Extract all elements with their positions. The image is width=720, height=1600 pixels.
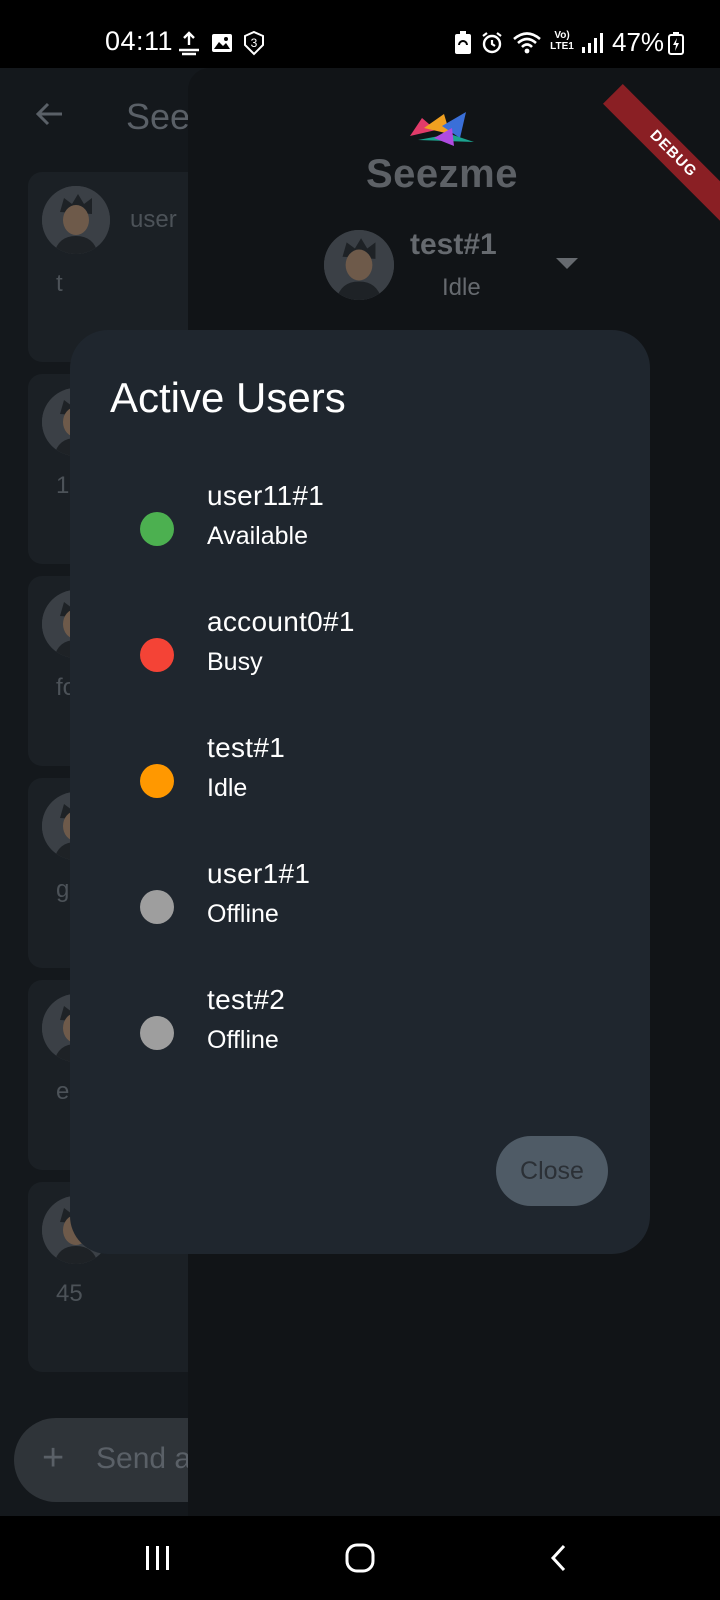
active-user-name: test#1 (207, 732, 286, 763)
close-button[interactable]: Close (496, 1136, 608, 1206)
status-bar: 04:11 3 Vo) LTE1 47% (0, 0, 720, 68)
message-text: g (56, 876, 70, 903)
message-text: 45 (56, 1280, 83, 1307)
notification-badge-icon: 3 (244, 30, 264, 56)
active-user-status: Busy (207, 648, 263, 676)
status-dot (140, 638, 174, 672)
active-user-status: Idle (207, 774, 248, 802)
avatar-icon (42, 186, 110, 254)
signal-icon (582, 33, 603, 53)
app-logo: Seezme (354, 108, 530, 196)
active-users-dialog: Active Users user11#1 Available account0… (70, 330, 650, 1254)
back-icon[interactable] (540, 1538, 580, 1578)
logo-mark-icon (410, 112, 474, 146)
volte-label: Vo) LTE1 (550, 30, 574, 52)
active-user-row[interactable]: user1#1 Offline (70, 858, 650, 968)
gallery-icon (212, 34, 232, 52)
current-user-status: Idle (442, 274, 481, 301)
status-dropdown-caret-icon[interactable] (556, 258, 578, 269)
active-user-status: Available (207, 522, 309, 550)
add-attachment-icon[interactable]: + (42, 1438, 64, 1478)
wifi-icon (513, 32, 541, 54)
upload-icon (179, 31, 199, 56)
alarm-icon (482, 32, 502, 54)
dialog-title: Active Users (110, 374, 346, 421)
active-user-row[interactable]: test#1 Idle (70, 732, 650, 842)
active-user-name: account0#1 (207, 606, 355, 637)
logo-text: Seezme (366, 152, 518, 196)
home-icon[interactable] (340, 1538, 380, 1578)
battery-saver-icon (455, 31, 471, 54)
status-dot (140, 890, 174, 924)
status-time: 04:11 (105, 26, 174, 56)
active-user-name: user1#1 (207, 858, 311, 889)
system-navigation-bar (0, 1516, 720, 1600)
current-user-avatar[interactable] (324, 230, 394, 300)
current-user-name: test#1 (410, 228, 497, 261)
message-text: 1 (56, 472, 70, 499)
active-user-name: user11#1 (207, 480, 325, 511)
battery-icon (668, 32, 684, 55)
avatar-icon (324, 230, 394, 300)
active-user-row[interactable]: account0#1 Busy (70, 606, 650, 716)
active-user-status: Offline (207, 1026, 279, 1054)
status-dot (140, 512, 174, 546)
message-text: e (56, 1078, 70, 1105)
debug-banner: DEBUG (602, 83, 720, 225)
active-user-status: Offline (207, 900, 279, 928)
battery-percent: 47% (612, 27, 665, 57)
chat-title: See (126, 96, 191, 137)
recent-apps-icon[interactable] (138, 1538, 178, 1578)
active-user-name: test#2 (207, 984, 286, 1015)
status-dot (140, 1016, 174, 1050)
back-arrow-icon[interactable] (34, 98, 66, 130)
composer-placeholder: Send a (96, 1442, 192, 1475)
message-text: t (56, 270, 63, 297)
active-user-row[interactable]: user11#1 Available (70, 480, 650, 590)
notification-count: 3 (251, 36, 258, 50)
active-user-row[interactable]: test#2 Offline (70, 984, 650, 1094)
status-dot (140, 764, 174, 798)
avatar (42, 186, 110, 254)
message-username: user (130, 206, 177, 233)
